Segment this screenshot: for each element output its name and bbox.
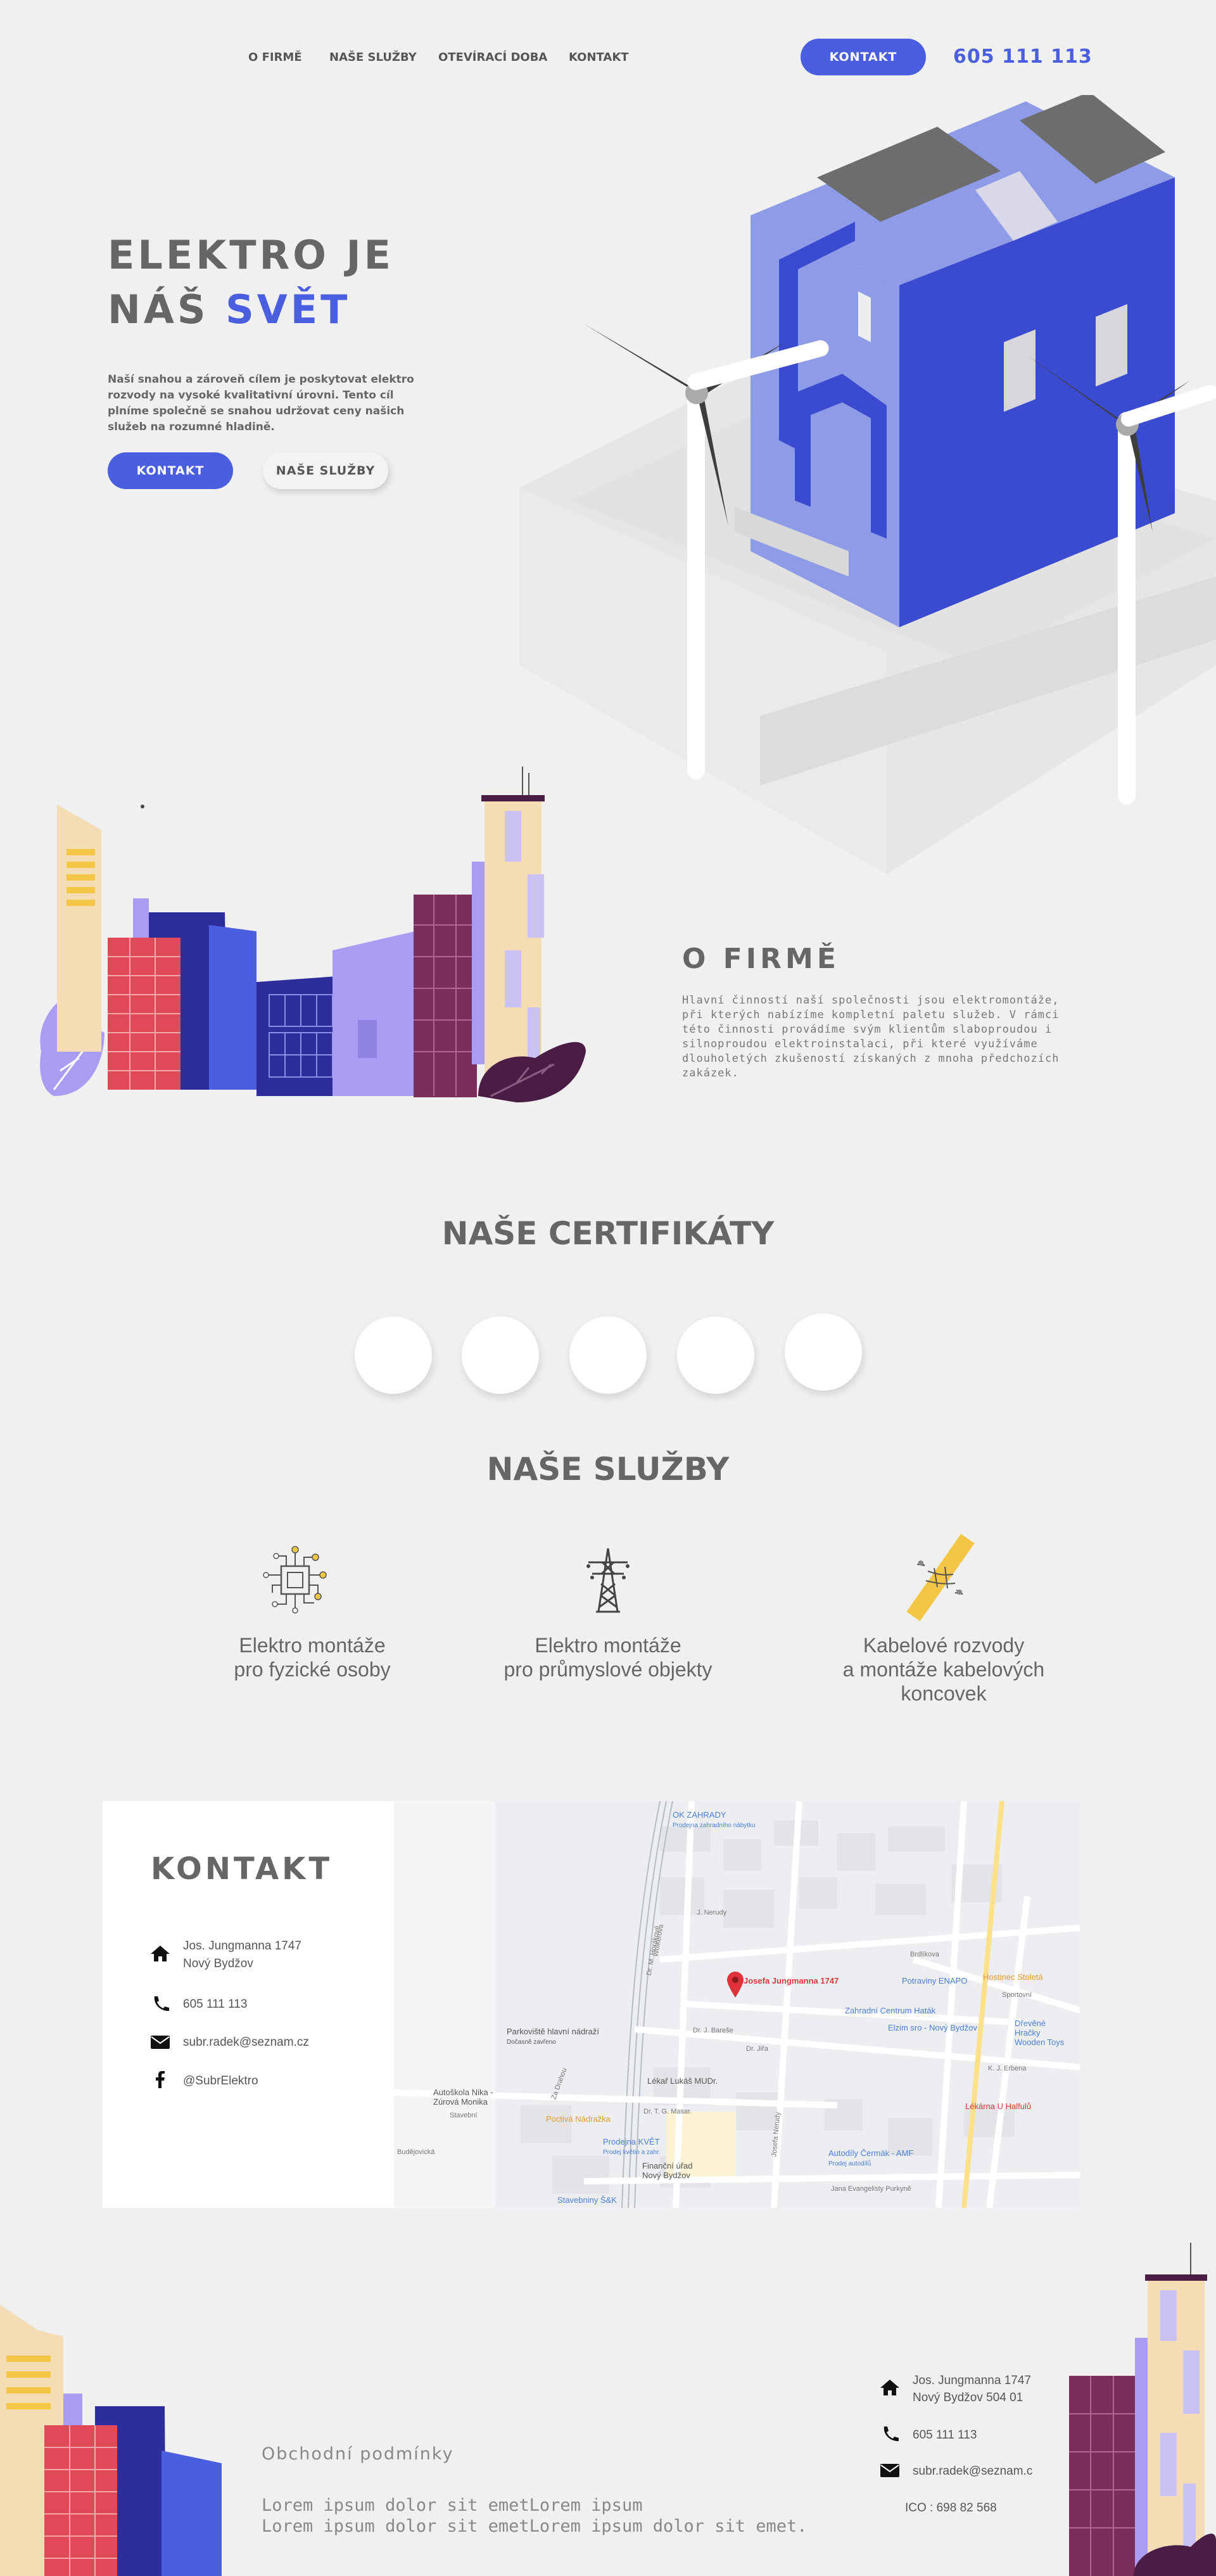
map-street: Dr. Jiřa: [746, 2045, 768, 2053]
map-place[interactable]: Finanční úřad Nový Bydžov: [642, 2161, 712, 2180]
services-title: NAŠE SLUŽBY: [486, 1451, 730, 1488]
hero-title-accent-word: SVĚT: [225, 286, 351, 333]
service-industrial-line1: Elektro montáže: [535, 1634, 681, 1657]
certificate-badge[interactable]: [677, 1317, 754, 1394]
service-private-label: Elektro montáže pro fyzické osoby: [186, 1633, 439, 1681]
map-pin-label: Josefa Jungmanna 1747: [744, 1976, 839, 1986]
about-title: O FIRMĚ: [682, 943, 840, 975]
facebook-icon: [156, 2071, 165, 2088]
map-pin-icon: [727, 1972, 744, 1998]
footer-address-line1: Jos. Jungmanna 1747: [913, 2374, 1031, 2387]
map-street: Dr. T. G. Masar.: [643, 2108, 692, 2115]
footer-lorem-line2: Lorem ipsum dolor sit emetLorem ipsum do…: [262, 2516, 808, 2536]
certificate-badge[interactable]: [785, 1313, 862, 1391]
city-illustration: [40, 767, 586, 1102]
map-place[interactable]: Prodejna KVĚT Prodej květin a zahr.: [603, 2137, 661, 2156]
service-private-line2: pro fyzické osoby: [234, 1658, 391, 1681]
email-icon: [880, 2464, 899, 2477]
map-place[interactable]: Potraviny ENAPO: [902, 1976, 967, 1986]
nav-item-services[interactable]: NAŠE SLUŽBY: [329, 51, 417, 64]
footer-address-line2: Nový Bydžov 504 01: [913, 2391, 1023, 2404]
map-place[interactable]: Poctivá Nádražka: [546, 2114, 611, 2124]
location-map[interactable]: Josefa Jungmanna 1747 OK ZAHRADY Prodejna…: [394, 1801, 1080, 2208]
service-cables-line1: Kabelové rozvody: [863, 1634, 1025, 1657]
certificate-badge[interactable]: [569, 1317, 647, 1394]
footer-email[interactable]: subr.radek@seznam.c: [913, 2463, 1032, 2480]
map-place[interactable]: Zahradní Centrum Haták: [845, 2006, 935, 2015]
map-street: J. Nerudy: [697, 1909, 727, 1916]
map-street: Sportovní: [1002, 1991, 1032, 1999]
map-street: Stavební: [450, 2112, 478, 2119]
hero-title-line2: NÁŠ SVĚT: [108, 283, 394, 337]
map-place[interactable]: Elzim sro - Nový Bydžov: [888, 2023, 977, 2032]
hero-contact-button[interactable]: KONTAKT: [108, 452, 233, 489]
map-place[interactable]: Lékárna U Halfulů: [965, 2101, 1031, 2111]
cable-splice-icon: [906, 1534, 975, 1621]
footer-city-left-illustration: [0, 2305, 222, 2576]
service-private-line1: Elektro montáže: [239, 1634, 386, 1657]
certificates-title: NAŠE CERTIFIKÁTY: [441, 1215, 775, 1252]
map-place[interactable]: Lékař Lukáš MUDr.: [647, 2076, 718, 2086]
nav-item-contact[interactable]: KONTAKT: [569, 51, 629, 64]
map-place[interactable]: Autoškola Nika - Zúrová Monika: [433, 2088, 503, 2107]
map-place[interactable]: Parkoviště hlavní nádraží Dočasně zavřeno: [507, 2027, 599, 2046]
email-icon: [151, 2036, 170, 2049]
contact-address-line1: Jos. Jungmanna 1747: [183, 1939, 301, 1953]
map-street: Jana Evangelisty Purkyně: [831, 2185, 911, 2193]
contact-title: KONTAKT: [151, 1851, 333, 1887]
contact-address-line2: Nový Bydžov: [183, 1957, 253, 1970]
map-street: K. J. Erbena: [988, 2065, 1027, 2072]
footer-lorem-line1: Lorem ipsum dolor sit emetLorem ipsum: [262, 2496, 643, 2515]
map-place[interactable]: Stavebniny Š&K: [557, 2195, 617, 2205]
home-icon: [151, 1946, 170, 1961]
map-place[interactable]: Autodíly Čermák - AMF Prodej autodílů: [828, 2148, 913, 2167]
map-roads: [394, 1801, 1080, 2208]
service-cables-line2: a montáže kabelových: [842, 1658, 1045, 1681]
hero-description: Naší snahou a zároveň cílem je poskytova…: [108, 373, 414, 433]
map-place[interactable]: Hostinec Stoletá: [983, 1972, 1043, 1982]
hero-services-button[interactable]: NAŠE SLUŽBY: [263, 452, 388, 489]
service-industrial-line2: pro průmyslové objekty: [504, 1658, 712, 1681]
house-illustration: [519, 95, 1216, 874]
map-street: Brdlíkova: [910, 1951, 939, 1958]
footer-address: Jos. Jungmanna 1747 Nový Bydžov 504 01: [913, 2372, 1031, 2406]
nav-item-opening-hours[interactable]: OTEVÍRACÍ DOBA: [438, 51, 547, 64]
phone-icon: [154, 1996, 169, 2012]
service-industrial-label: Elektro montáže pro průmyslové objekty: [481, 1633, 735, 1681]
certificate-badge[interactable]: [462, 1317, 539, 1394]
about-text: Hlavní činností naší společnosti jsou el…: [682, 994, 1060, 1080]
certificate-badge[interactable]: [355, 1317, 432, 1394]
hero-title-line1: ELEKTRO JE: [108, 232, 395, 278]
phone-icon: [884, 2426, 899, 2442]
home-icon: [880, 2380, 899, 2395]
footer-phone[interactable]: 605 111 113: [913, 2426, 977, 2444]
nav-contact-button[interactable]: KONTAKT: [801, 39, 926, 75]
contact-email[interactable]: subr.radek@seznam.cz: [183, 2034, 309, 2051]
hero-title: ELEKTRO JE NÁŠ SVĚT: [108, 228, 394, 337]
footer-city-right-illustration: [1069, 2243, 1216, 2576]
nav-item-about[interactable]: O FIRMĚ: [248, 51, 302, 64]
service-cables-line3: koncovek: [901, 1682, 987, 1705]
nav-phone[interactable]: 605 111 113: [953, 46, 1092, 68]
hero-title-word-nas: NÁŠ: [108, 286, 209, 333]
service-cables-label: Kabelové rozvody a montáže kabelových ko…: [817, 1633, 1070, 1706]
contact-facebook[interactable]: @SubrElektro: [183, 2072, 258, 2090]
circuit-chip-icon: [263, 1546, 327, 1614]
terms-link[interactable]: Obchodní podmínky: [262, 2444, 454, 2464]
map-street: Dr. J. Bareše: [693, 2027, 733, 2034]
footer-lorem: Lorem ipsum dolor sit emetLorem ipsum Lo…: [262, 2495, 808, 2537]
power-tower-icon: [586, 1548, 630, 1613]
footer-ico: ICO : 698 82 568: [905, 2501, 997, 2515]
map-street: Budějovická: [397, 2148, 435, 2156]
map-place[interactable]: Dřevěné Hračky Wooden Toys: [1015, 2018, 1072, 2047]
contact-address: Jos. Jungmanna 1747 Nový Bydžov: [183, 1937, 301, 1973]
map-place[interactable]: OK ZAHRADY Prodejna zahradního nábytku: [673, 1810, 756, 1829]
contact-phone[interactable]: 605 111 113: [183, 1996, 247, 2013]
